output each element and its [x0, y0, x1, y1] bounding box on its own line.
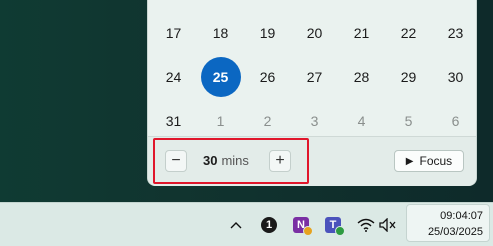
calendar-day-number: 23 — [447, 25, 464, 41]
calendar-day-number: 22 — [400, 25, 417, 41]
onepassword-glyph: 1 — [261, 217, 277, 233]
teams-status-dot — [335, 226, 345, 236]
onenote-status-dot — [303, 226, 313, 236]
calendar-day[interactable]: 26 — [244, 55, 291, 99]
calendar-day-number: 5 — [404, 113, 413, 129]
calendar-day-number: 6 — [451, 113, 460, 129]
calendar-day[interactable]: 17 — [150, 11, 197, 55]
calendar-day[interactable]: 29 — [385, 55, 432, 99]
calendar-day-number: 26 — [259, 69, 276, 85]
calendar-day-number: 20 — [306, 25, 323, 41]
onepassword-icon[interactable]: 1 — [257, 213, 281, 237]
focus-minutes-unit: mins — [221, 153, 249, 168]
clock-time: 09:04:07 — [440, 210, 483, 222]
calendar-day-number: 29 — [400, 69, 417, 85]
teams-icon[interactable]: T — [321, 213, 345, 237]
calendar-day-number: 2 — [263, 113, 272, 129]
calendar-day-number: 19 — [259, 25, 276, 41]
calendar-day-number: 28 — [353, 69, 370, 85]
onenote-icon[interactable]: N — [289, 213, 313, 237]
wifi-icon[interactable] — [354, 213, 378, 237]
calendar-day[interactable]: 18 — [197, 11, 244, 55]
calendar-day[interactable]: 28 — [338, 55, 385, 99]
calendar-day-number: 27 — [306, 69, 323, 85]
focus-button-label: Focus — [419, 154, 453, 168]
calendar-day-number: 30 — [447, 69, 464, 85]
calendar-day-number: 31 — [165, 113, 182, 129]
calendar-day[interactable]: 27 — [291, 55, 338, 99]
calendar-day-number: 25 — [200, 57, 241, 97]
focus-duration: 30 mins — [203, 153, 249, 168]
decrease-minutes-button[interactable]: − — [165, 150, 187, 172]
calendar-day[interactable]: 19 — [244, 11, 291, 55]
chevron-up-icon[interactable] — [224, 213, 248, 237]
calendar-day[interactable]: 21 — [338, 11, 385, 55]
calendar-day-number: 4 — [357, 113, 366, 129]
calendar-day[interactable]: 30 — [432, 55, 479, 99]
calendar-day-number: 3 — [310, 113, 319, 129]
calendar-day-number: 17 — [165, 25, 182, 41]
clock-date: 25/03/2025 — [427, 226, 483, 238]
calendar-day-number: 18 — [212, 25, 229, 41]
calendar-day-number: 1 — [216, 113, 225, 129]
calendar-day[interactable]: 23 — [432, 11, 479, 55]
calendar-day-number: 24 — [165, 69, 182, 85]
focus-minutes-value: 30 — [203, 153, 218, 168]
speaker-muted-icon[interactable] — [376, 213, 400, 237]
increase-minutes-button[interactable]: + — [269, 150, 291, 172]
calendar-day[interactable]: 20 — [291, 11, 338, 55]
calendar-day-today[interactable]: 25 — [197, 55, 244, 99]
calendar-day-number: 21 — [353, 25, 370, 41]
system-clock[interactable]: 09:04:07 25/03/2025 — [406, 204, 490, 242]
play-icon: ▶ — [405, 155, 414, 167]
calendar-day[interactable]: 24 — [150, 55, 197, 99]
calendar-day[interactable]: 22 — [385, 11, 432, 55]
start-focus-button[interactable]: ▶ Focus — [394, 150, 464, 172]
calendar-grid: 17 18 19 20 21 22 23 24 25 26 27 28 29 30 31 1 2 3 4 5 6 — [150, 11, 476, 143]
